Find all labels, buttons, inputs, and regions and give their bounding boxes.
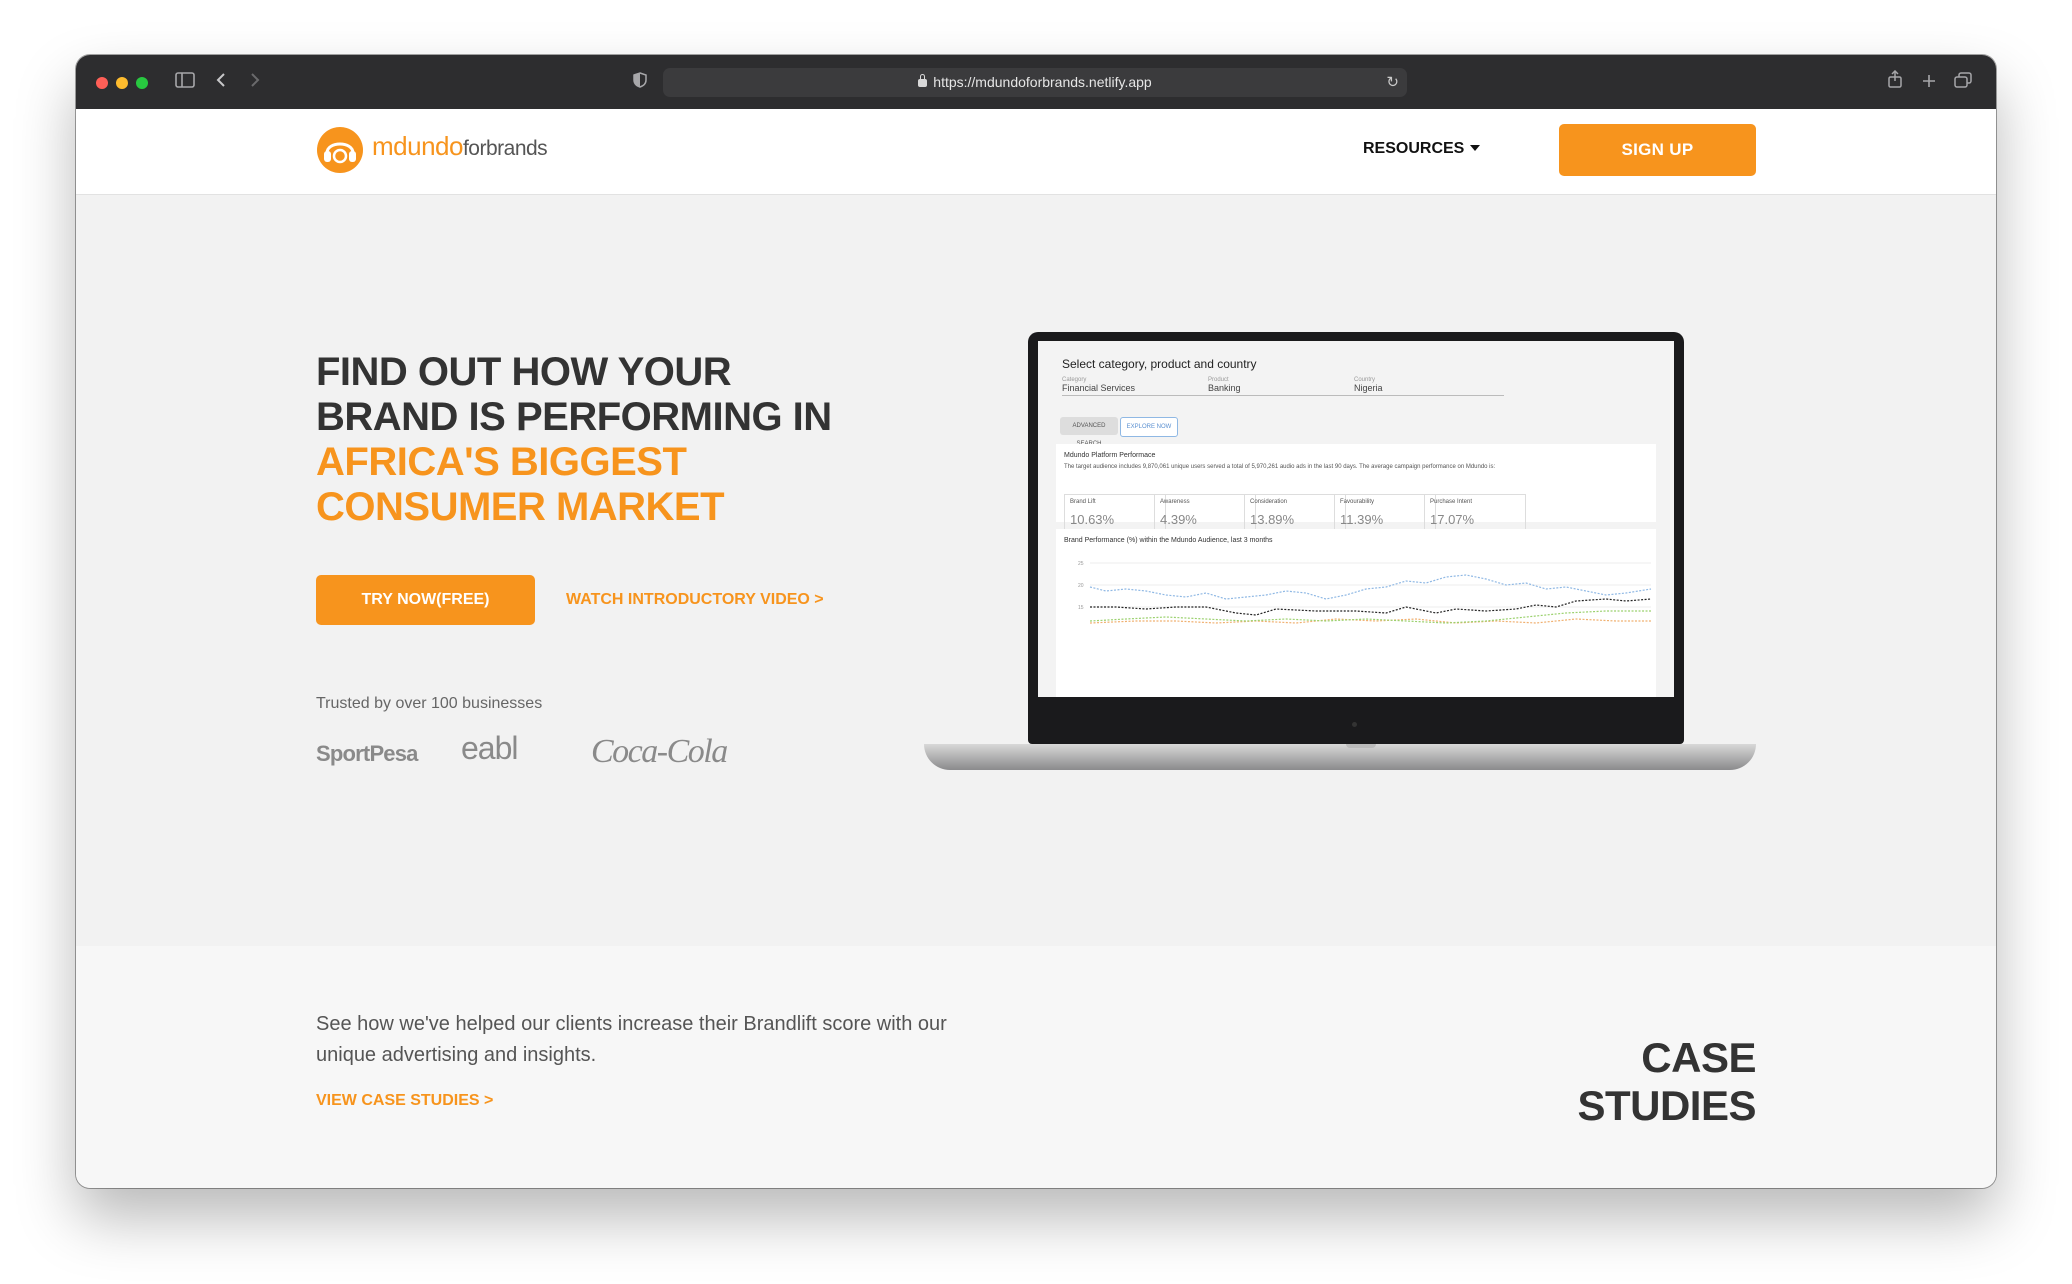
browser-toolbar: https://mdundoforbrands.netlify.app ↻ [76, 55, 1996, 110]
product-select: Product Banking [1208, 377, 1358, 396]
forward-icon[interactable] [242, 70, 268, 94]
caret-down-icon [1470, 145, 1481, 151]
url-text: https://mdundoforbrands.netlify.app [933, 74, 1152, 90]
address-bar[interactable]: https://mdundoforbrands.netlify.app ↻ [663, 68, 1407, 97]
brand-logo[interactable]: mdundoforbrands [372, 131, 548, 162]
trusted-by-text: Trusted by over 100 businesses [316, 695, 543, 712]
blue-series-line [1089, 574, 1652, 600]
metric-value: 17.07% [1430, 512, 1475, 527]
laptop-notch [1346, 744, 1376, 748]
back-icon[interactable] [208, 70, 234, 94]
metric-value: 13.89% [1250, 512, 1295, 527]
lock-icon [918, 74, 928, 87]
category-select: Category Financial Services [1062, 377, 1212, 396]
metric-label: Purchase Intent [1430, 499, 1473, 505]
metric-value: 11.39% [1340, 512, 1384, 527]
explore-now-pill: EXPLORE NOW [1120, 417, 1178, 437]
brand-performance-chart: 25 20 15 [1078, 561, 1652, 624]
site-header: mdundoforbrands RESOURCES SIGN UP [76, 109, 1996, 195]
sign-up-button[interactable]: SIGN UP [1559, 124, 1756, 176]
y-tick-25: 25 [1078, 561, 1084, 567]
product-value: Banking [1208, 383, 1241, 393]
performance-description: The target audience includes 9,870,061 u… [1064, 464, 1496, 470]
headline-line-2: BRAND IS PERFORMING IN [316, 395, 832, 439]
case-studies-section: See how we've helped our clients increas… [76, 946, 1996, 1188]
browser-window: https://mdundoforbrands.netlify.app ↻ md… [76, 55, 1996, 1188]
laptop-mockup: Select category, product and country Cat… [1028, 332, 1684, 744]
share-icon[interactable] [1882, 69, 1908, 94]
y-tick-20: 20 [1078, 583, 1084, 589]
metric-label: Awareness [1160, 499, 1190, 505]
metric-label: Favourability [1340, 499, 1375, 505]
eabl-logo: eabl [461, 730, 518, 766]
coca-cola-logo: Coca-Cola [591, 733, 728, 770]
camera-icon [1352, 722, 1357, 727]
try-now-button[interactable]: TRY NOW(FREE) [316, 575, 535, 625]
mdundo-logo-icon[interactable] [316, 126, 364, 174]
close-window-button[interactable] [96, 77, 108, 89]
tab-overview-icon[interactable] [1950, 70, 1976, 94]
case-studies-description: See how we've helped our clients increas… [316, 1013, 947, 1066]
advanced-search-pill: ADVANCED SEARCH [1060, 417, 1118, 447]
country-value: Nigeria [1354, 383, 1383, 393]
country-select: Country Nigeria [1354, 377, 1504, 396]
sidebar-toggle-icon[interactable] [172, 70, 198, 94]
resources-label: RESOURCES [1363, 140, 1465, 157]
hero-headline: FIND OUT HOW YOUR BRAND IS PERFORMING IN… [316, 350, 832, 530]
laptop-base [924, 744, 1756, 770]
performance-title: Mdundo Platform Performace [1064, 452, 1156, 459]
sportpesa-logo: SportPesa [316, 741, 418, 766]
shield-icon[interactable] [627, 70, 653, 94]
metric-label: Brand Lift [1070, 499, 1096, 505]
logo-sub-text: forbrands [462, 137, 548, 160]
watch-video-link[interactable]: WATCH INTRODUCTORY VIDEO > [566, 591, 824, 609]
zoom-window-button[interactable] [136, 77, 148, 89]
dashboard-title: Select category, product and country [1062, 357, 1257, 371]
headline-line-1: FIND OUT HOW YOUR [316, 350, 732, 394]
view-case-studies-link[interactable]: VIEW CASE STUDIES > [316, 1092, 493, 1110]
new-tab-icon[interactable] [1916, 70, 1942, 94]
metric-label: Consideration [1250, 499, 1288, 505]
dashboard-screenshot: Select category, product and country Cat… [1038, 341, 1674, 697]
case-studies-title: CASE STUDIES [1577, 1034, 1756, 1129]
minimize-window-button[interactable] [116, 77, 128, 89]
brand-performance-card: Brand Performance (%) within the Mdundo … [1056, 529, 1656, 697]
metric-value: 10.63% [1070, 512, 1115, 527]
headline-line-3: AFRICA'S BIGGEST [316, 440, 687, 484]
y-tick-15: 15 [1078, 605, 1084, 611]
performance-card: Mdundo Platform Performace The target au… [1056, 444, 1656, 536]
logo-main-text: mdundo [372, 131, 463, 161]
hero-section: FIND OUT HOW YOUR BRAND IS PERFORMING IN… [76, 195, 1996, 946]
metric-value: 4.39% [1160, 512, 1197, 527]
reload-icon[interactable]: ↻ [1386, 68, 1399, 97]
resources-menu[interactable]: RESOURCES [1363, 140, 1481, 158]
headline-line-4: CONSUMER MARKET [316, 485, 725, 529]
category-value: Financial Services [1062, 383, 1136, 393]
